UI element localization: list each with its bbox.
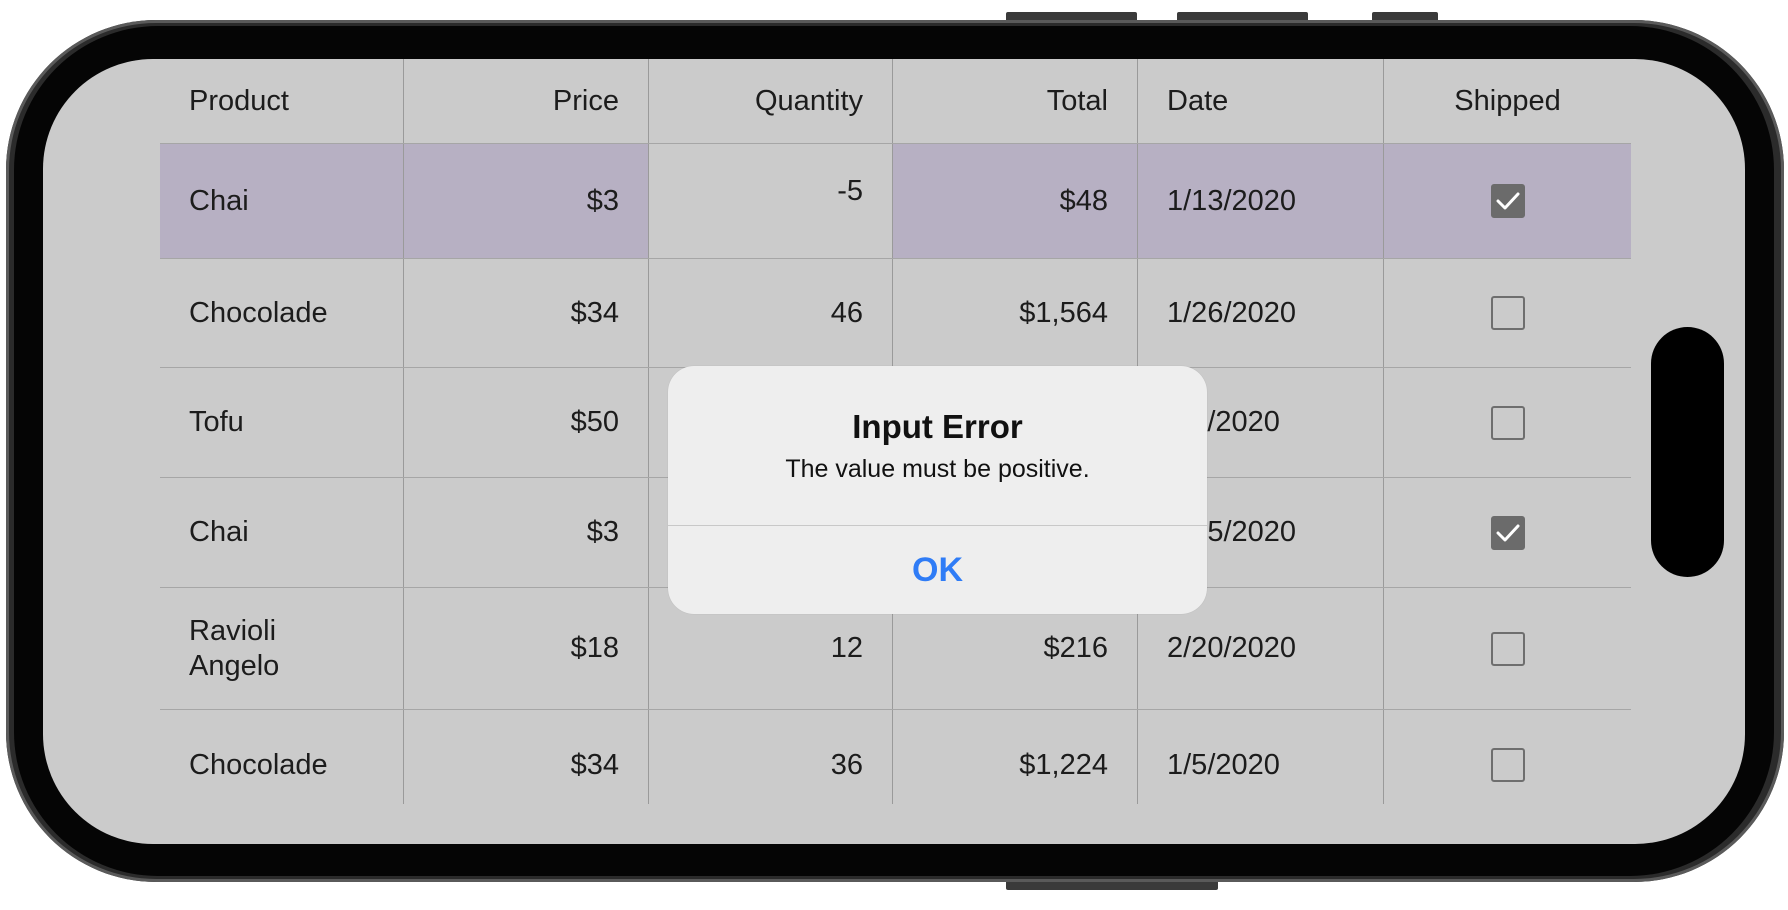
side-button xyxy=(1006,882,1218,890)
cell-shipped[interactable] xyxy=(1384,368,1631,477)
column-header-price[interactable]: Price xyxy=(404,59,648,143)
cell-quantity-editing[interactable]: -5 xyxy=(649,144,892,238)
alert-title: Input Error xyxy=(852,408,1023,445)
cell-date[interactable]: 1/13/2020 xyxy=(1138,144,1383,258)
cell-product[interactable]: Tofu xyxy=(160,368,403,477)
column-header-shipped[interactable]: Shipped xyxy=(1384,59,1631,143)
cell-price[interactable]: $34 xyxy=(404,259,648,367)
column-header-total[interactable]: Total xyxy=(893,59,1137,143)
shipped-checkbox[interactable] xyxy=(1490,748,1525,782)
column-header-product[interactable]: Product xyxy=(160,59,403,143)
cell-quantity[interactable]: 46 xyxy=(649,259,892,367)
cell-total[interactable]: $1,564 xyxy=(893,259,1137,367)
cell-price[interactable]: $18 xyxy=(404,588,648,709)
checkmark-icon xyxy=(1496,524,1519,541)
cell-product[interactable]: Ravioli Angelo xyxy=(160,588,360,709)
cell-date[interactable]: 1/5/2020 xyxy=(1138,710,1383,820)
cell-product[interactable]: Chai xyxy=(160,144,403,258)
cell-shipped[interactable] xyxy=(1384,588,1631,709)
action-button xyxy=(1372,12,1438,20)
column-header-date[interactable]: Date xyxy=(1138,59,1383,143)
shipped-checkbox[interactable] xyxy=(1490,184,1525,218)
cell-price[interactable]: $3 xyxy=(404,478,648,587)
volume-up-button xyxy=(1006,12,1137,20)
volume-down-button xyxy=(1177,12,1308,20)
shipped-checkbox[interactable] xyxy=(1490,515,1525,550)
alert-message: The value must be positive. xyxy=(785,455,1090,483)
cell-shipped[interactable] xyxy=(1384,259,1631,367)
checkmark-icon xyxy=(1496,192,1519,210)
cell-price[interactable]: $34 xyxy=(404,710,648,820)
cell-total[interactable]: $48 xyxy=(893,144,1137,258)
ok-button[interactable]: OK xyxy=(668,526,1207,614)
cell-date[interactable]: 1/26/2020 xyxy=(1138,259,1383,367)
cell-product[interactable]: Chai xyxy=(160,478,403,587)
cell-total[interactable]: $1,224 xyxy=(893,710,1137,820)
cell-shipped[interactable] xyxy=(1384,710,1631,820)
cell-product[interactable]: Chocolade xyxy=(160,710,403,820)
cell-shipped[interactable] xyxy=(1384,144,1631,258)
cell-price[interactable]: $50 xyxy=(404,368,648,477)
camera-cutout xyxy=(1651,327,1724,577)
alert-dialog: Input Error The value must be positive. … xyxy=(668,366,1207,614)
cell-price[interactable]: $3 xyxy=(404,144,648,258)
screen: Product Price Quantity Total Date Shippe… xyxy=(43,59,1745,844)
column-header-quantity[interactable]: Quantity xyxy=(649,59,892,143)
shipped-checkbox[interactable] xyxy=(1490,405,1525,440)
cell-shipped[interactable] xyxy=(1384,478,1631,587)
cell-product[interactable]: Chocolade xyxy=(160,259,403,367)
cell-quantity[interactable]: 36 xyxy=(649,710,892,820)
shipped-checkbox[interactable] xyxy=(1490,296,1525,330)
shipped-checkbox[interactable] xyxy=(1490,631,1525,666)
